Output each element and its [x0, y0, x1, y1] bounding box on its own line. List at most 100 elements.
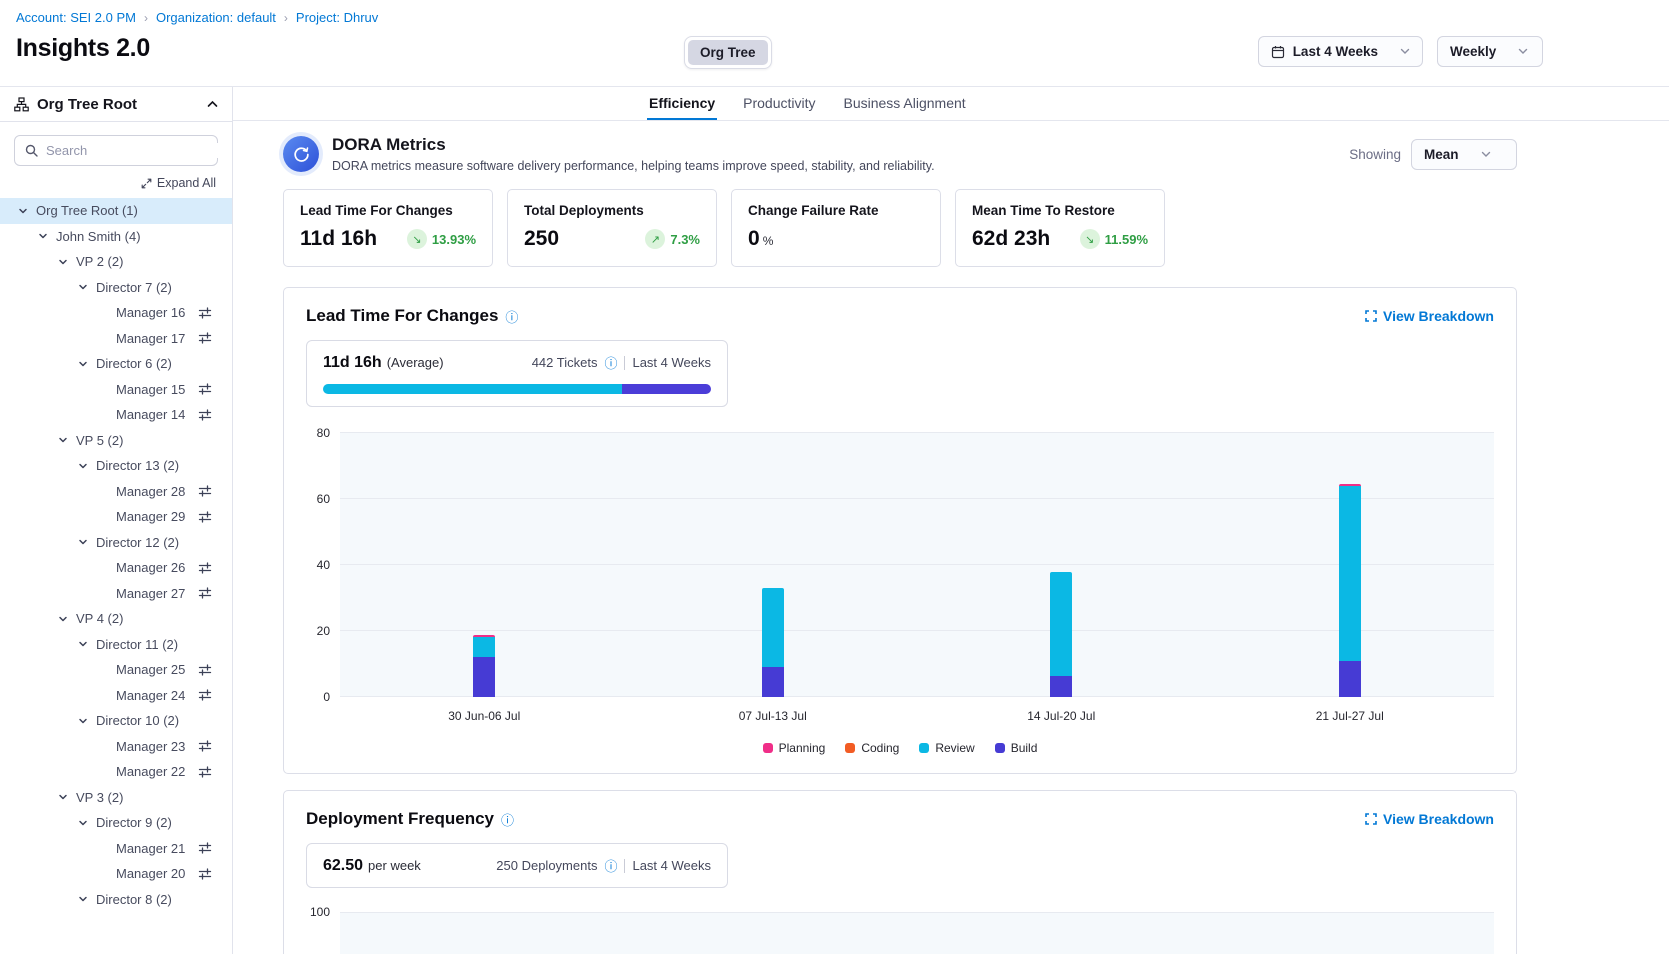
legend-item-build[interactable]: Build: [995, 741, 1038, 755]
sliders-icon[interactable]: [198, 688, 212, 702]
tree-item-director-6-2[interactable]: Director 6 (2): [0, 351, 232, 377]
sliders-icon[interactable]: [198, 739, 212, 753]
tree-item-label: Director 11 (2): [96, 637, 178, 652]
tree-item-manager-26[interactable]: Manager 26: [0, 555, 232, 581]
tree-item-manager-22[interactable]: Manager 22: [0, 759, 232, 785]
tree-item-label: Manager 16: [116, 305, 185, 320]
tree-item-manager-21[interactable]: Manager 21: [0, 836, 232, 862]
tree-item-vp-5-2[interactable]: VP 5 (2): [0, 428, 232, 454]
tree-item-director-9-2[interactable]: Director 9 (2): [0, 810, 232, 836]
tree-item-manager-17[interactable]: Manager 17: [0, 326, 232, 352]
sliders-icon[interactable]: [198, 306, 212, 320]
trend-percent: 13.93%: [432, 232, 476, 247]
tree-item-vp-2-2[interactable]: VP 2 (2): [0, 249, 232, 275]
sliders-icon[interactable]: [198, 765, 212, 779]
showing-label: Showing: [1349, 147, 1401, 162]
breadcrumb-account-link[interactable]: Account: SEI 2.0 PM: [16, 10, 136, 25]
tree-item-manager-15[interactable]: Manager 15: [0, 377, 232, 403]
info-icon[interactable]: ⓘ: [604, 353, 617, 372]
chevron-down-icon: [1518, 48, 1528, 55]
breadcrumb-project-link[interactable]: Project: Dhruv: [296, 10, 378, 25]
tree-item-manager-29[interactable]: Manager 29: [0, 504, 232, 530]
stacked-bar-3: [1050, 572, 1072, 697]
lead-time-summary: 11d 16h (Average) 442 Tickets ⓘ Last 4 W…: [306, 340, 728, 407]
tree-item-director-12-2[interactable]: Director 12 (2): [0, 530, 232, 556]
tree-item-manager-24[interactable]: Manager 24: [0, 683, 232, 709]
metric-title: Change Failure Rate: [748, 203, 924, 218]
tree-item-john-smith-4[interactable]: John Smith (4): [0, 224, 232, 250]
view-breakdown-button[interactable]: View Breakdown: [1365, 811, 1494, 827]
dora-cycle-icon: [283, 136, 319, 172]
y-axis: 020406080: [306, 433, 340, 697]
metric-value: 250: [524, 227, 559, 251]
date-range-select[interactable]: Last 4 Weeks: [1258, 36, 1423, 67]
showing-select[interactable]: Mean: [1411, 139, 1517, 170]
expand-all-label: Expand All: [157, 176, 216, 190]
trend-badge: ↘ 11.59%: [1080, 229, 1148, 249]
chevron-down-icon: [78, 639, 88, 649]
legend-swatch: [763, 743, 773, 753]
legend-label: Build: [1011, 741, 1038, 755]
legend-item-review[interactable]: Review: [919, 741, 974, 755]
tree-item-vp-3-2[interactable]: VP 3 (2): [0, 785, 232, 811]
org-tree-toggle-button[interactable]: Org Tree: [688, 40, 768, 65]
sliders-icon[interactable]: [198, 331, 212, 345]
sliders-icon[interactable]: [198, 561, 212, 575]
average-qualifier: (Average): [387, 355, 444, 370]
metric-card-lead-time: Lead Time For Changes 11d 16h ↘ 13.93%: [283, 189, 493, 267]
tree-item-director-7-2[interactable]: Director 7 (2): [0, 275, 232, 301]
tree-item-director-11-2[interactable]: Director 11 (2): [0, 632, 232, 658]
metric-title: Lead Time For Changes: [300, 203, 476, 218]
chevron-down-icon: [1481, 151, 1491, 158]
info-icon[interactable]: ⓘ: [501, 810, 514, 829]
chevron-up-icon[interactable]: [207, 100, 218, 108]
tree-item-vp-4-2[interactable]: VP 4 (2): [0, 606, 232, 632]
tree-item-director-13-2[interactable]: Director 13 (2): [0, 453, 232, 479]
legend-item-coding[interactable]: Coding: [845, 741, 899, 755]
trend-percent: 7.3%: [670, 232, 700, 247]
tab-productivity[interactable]: Productivity: [741, 87, 817, 120]
tree-item-director-10-2[interactable]: Director 10 (2): [0, 708, 232, 734]
tab-efficiency[interactable]: Efficiency: [647, 87, 717, 120]
calendar-icon: [1271, 45, 1285, 59]
sliders-icon[interactable]: [198, 586, 212, 600]
deployment-chart: 100: [306, 912, 1494, 954]
legend-item-planning[interactable]: Planning: [763, 741, 826, 755]
dora-subtitle: DORA metrics measure software delivery p…: [332, 159, 935, 173]
tree-item-manager-27[interactable]: Manager 27: [0, 581, 232, 607]
search-input[interactable]: [46, 143, 222, 158]
sliders-icon[interactable]: [198, 408, 212, 422]
info-icon[interactable]: ⓘ: [505, 307, 518, 326]
bar-segment-build: [762, 667, 784, 697]
tree-item-label: Director 8 (2): [96, 892, 172, 907]
sliders-icon[interactable]: [198, 841, 212, 855]
info-icon[interactable]: ⓘ: [604, 856, 617, 875]
sliders-icon[interactable]: [198, 663, 212, 677]
tree-item-manager-20[interactable]: Manager 20: [0, 861, 232, 887]
tree-item-director-8-2[interactable]: Director 8 (2): [0, 887, 232, 913]
sliders-icon[interactable]: [198, 484, 212, 498]
chevron-down-icon: [38, 231, 48, 241]
sliders-icon[interactable]: [198, 867, 212, 881]
tree-item-manager-23[interactable]: Manager 23: [0, 734, 232, 760]
chevron-down-icon: [78, 461, 88, 471]
trend-badge: ↘ 13.93%: [407, 229, 476, 249]
chevron-down-icon: [78, 716, 88, 726]
tab-business-alignment[interactable]: Business Alignment: [842, 87, 968, 120]
metric-card-mean-time-to-restore: Mean Time To Restore 62d 23h ↘ 11.59%: [955, 189, 1165, 267]
tree-item-manager-16[interactable]: Manager 16: [0, 300, 232, 326]
sliders-icon[interactable]: [198, 510, 212, 524]
expand-all-button[interactable]: Expand All: [16, 176, 216, 190]
granularity-select[interactable]: Weekly: [1437, 36, 1543, 67]
sliders-icon[interactable]: [198, 382, 212, 396]
tree-item-label: VP 4 (2): [76, 611, 123, 626]
tree-item-manager-14[interactable]: Manager 14: [0, 402, 232, 428]
tree-item-label: John Smith (4): [56, 229, 141, 244]
view-breakdown-button[interactable]: View Breakdown: [1365, 308, 1494, 324]
tree-item-manager-25[interactable]: Manager 25: [0, 657, 232, 683]
legend-swatch: [845, 743, 855, 753]
tree-item-manager-28[interactable]: Manager 28: [0, 479, 232, 505]
breadcrumb-organization-link[interactable]: Organization: default: [156, 10, 276, 25]
expand-icon: [141, 178, 152, 189]
tree-item-org-tree-root-1[interactable]: Org Tree Root (1): [0, 198, 232, 224]
